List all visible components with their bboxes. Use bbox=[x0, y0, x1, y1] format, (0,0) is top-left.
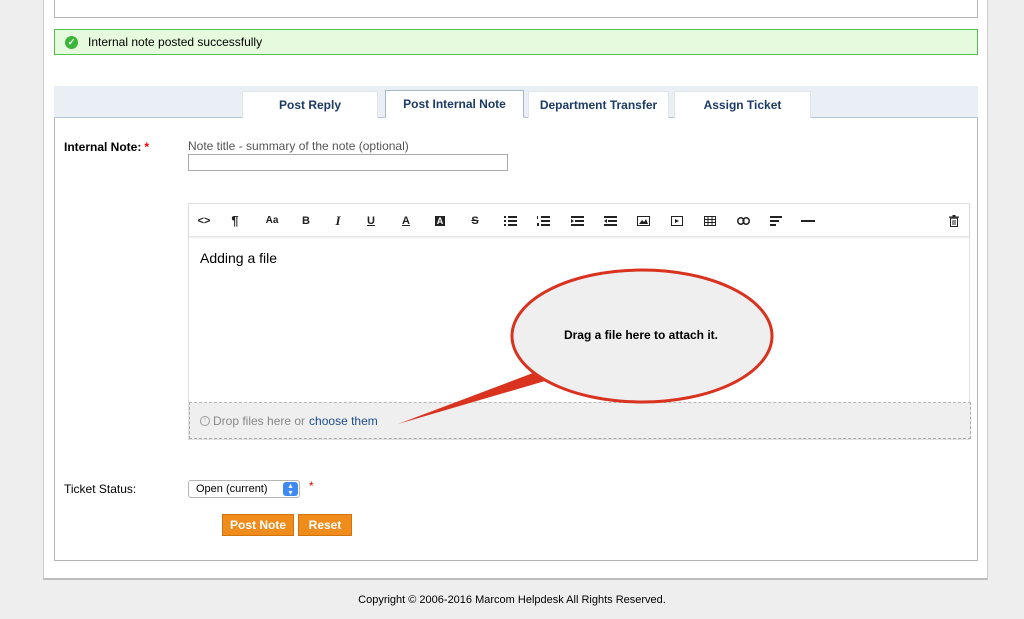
previous-thread-box bbox=[54, 0, 978, 18]
video-svg bbox=[671, 215, 683, 226]
tab-post-reply[interactable]: Post Reply bbox=[242, 91, 378, 118]
strikethrough-glyph: S bbox=[471, 214, 479, 227]
ticket-status-value: Open (current) bbox=[196, 483, 268, 495]
font-size-glyph: Aa bbox=[265, 215, 279, 226]
indent-icon[interactable] bbox=[599, 204, 621, 237]
italic-icon[interactable]: I bbox=[327, 204, 349, 237]
paragraph-glyph: ¶ bbox=[231, 213, 239, 228]
bullet-list-svg bbox=[503, 215, 517, 226]
tab-assign-ticket[interactable]: Assign Ticket bbox=[674, 91, 811, 118]
internal-note-label: Internal Note: * bbox=[64, 140, 149, 154]
horizontal-rule-icon[interactable] bbox=[797, 204, 819, 237]
image-svg bbox=[636, 215, 650, 226]
bold-glyph: B bbox=[302, 214, 310, 227]
callout-text: Drag a file here to attach it. bbox=[563, 328, 719, 342]
ticket-status-label: Ticket Status: bbox=[64, 482, 137, 496]
numbered-list-icon[interactable] bbox=[532, 204, 554, 237]
paragraph-icon[interactable]: ¶ bbox=[224, 204, 246, 237]
reset-button[interactable]: Reset bbox=[298, 514, 352, 536]
code-view-glyph: <> bbox=[197, 214, 211, 227]
tab-bar: Post Reply Post Internal Note Department… bbox=[54, 86, 978, 118]
background-color-glyph: A bbox=[434, 215, 446, 226]
video-icon[interactable] bbox=[666, 204, 688, 237]
bold-icon[interactable]: B bbox=[295, 204, 317, 237]
tab-post-internal-note[interactable]: Post Internal Note bbox=[385, 90, 524, 118]
editor-toolbar: <> ¶ Aa B I U A A S bbox=[189, 204, 969, 237]
bullet-list-icon[interactable] bbox=[499, 204, 521, 237]
post-note-button[interactable]: Post Note bbox=[222, 514, 294, 536]
link-icon[interactable] bbox=[732, 204, 754, 237]
italic-glyph: I bbox=[335, 212, 341, 228]
trash-icon[interactable] bbox=[943, 204, 965, 237]
status-required-mark: * bbox=[309, 479, 314, 493]
footer-copyright: Copyright © 2006-2016 Marcom Helpdesk Al… bbox=[358, 594, 666, 606]
indent-svg bbox=[603, 215, 617, 226]
table-svg bbox=[704, 215, 716, 226]
upload-icon: ↑ bbox=[200, 415, 210, 426]
ticket-status-select[interactable]: Open (current) ▴ ▾ bbox=[188, 480, 300, 498]
note-title-input[interactable] bbox=[188, 154, 508, 171]
choose-files-link[interactable]: choose them bbox=[309, 414, 378, 428]
notice-message: Internal note posted successfully bbox=[88, 35, 263, 49]
note-title-hint: Note title - summary of the note (option… bbox=[188, 139, 409, 153]
text-color-icon[interactable]: A bbox=[395, 204, 417, 237]
required-mark: * bbox=[144, 140, 150, 154]
dropzone-text: Drop files here or bbox=[213, 413, 306, 428]
outdent-icon[interactable] bbox=[566, 204, 588, 237]
link-svg bbox=[736, 216, 750, 225]
select-chevron-icon: ▴ ▾ bbox=[283, 482, 298, 497]
strikethrough-icon[interactable]: S bbox=[464, 204, 486, 237]
editor-content[interactable]: Adding a file bbox=[200, 250, 277, 266]
page-container: ✓ Internal note posted successfully Post… bbox=[43, 0, 988, 580]
rich-text-editor: <> ¶ Aa B I U A A S Adding a file ↑ Drop… bbox=[188, 203, 971, 440]
numbered-list-svg bbox=[536, 215, 550, 226]
align-svg bbox=[770, 215, 782, 226]
check-circle-icon: ✓ bbox=[65, 35, 78, 49]
background-color-icon[interactable]: A bbox=[429, 204, 451, 237]
font-size-icon[interactable]: Aa bbox=[261, 204, 283, 237]
text-color-glyph: A bbox=[402, 214, 410, 227]
horizontal-rule-svg bbox=[801, 219, 815, 222]
success-notice: ✓ Internal note posted successfully bbox=[54, 29, 978, 55]
underline-glyph: U bbox=[367, 214, 375, 227]
outdent-svg bbox=[570, 215, 584, 226]
table-icon[interactable] bbox=[699, 204, 721, 237]
code-view-icon[interactable]: <> bbox=[193, 204, 215, 237]
image-icon[interactable] bbox=[632, 204, 654, 237]
internal-note-label-text: Internal Note: bbox=[64, 140, 142, 154]
tab-department-transfer[interactable]: Department Transfer bbox=[528, 91, 669, 118]
file-dropzone[interactable]: ↑ Drop files here or choose them bbox=[189, 402, 971, 439]
reply-form: Internal Note: * Note title - summary of … bbox=[54, 118, 978, 561]
underline-icon[interactable]: U bbox=[360, 204, 382, 237]
align-icon[interactable] bbox=[765, 204, 787, 237]
trash-svg bbox=[949, 214, 959, 227]
